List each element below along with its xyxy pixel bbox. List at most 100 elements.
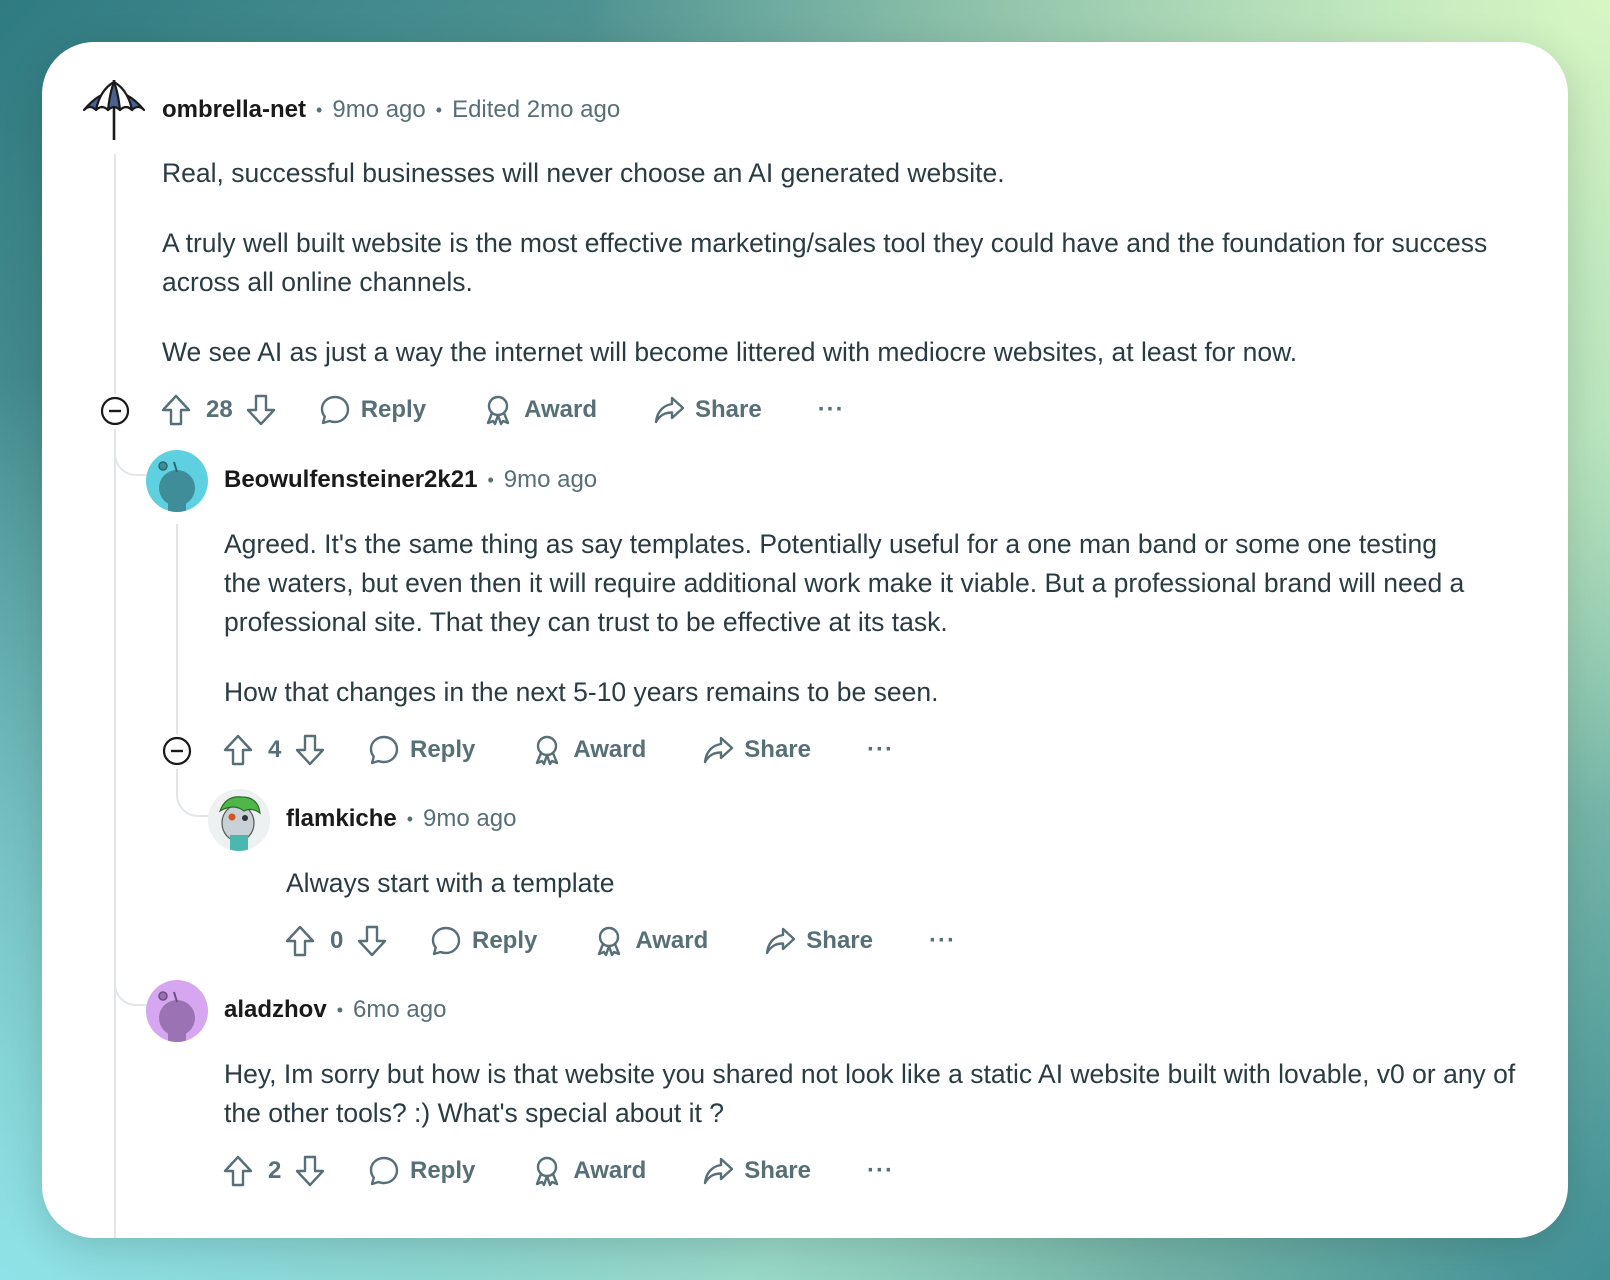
umbrella-icon	[82, 80, 146, 140]
vote-score: 2	[268, 1157, 282, 1184]
comment-paragraph: Real, successful businesses will never c…	[162, 158, 1005, 188]
upvote-icon[interactable]	[160, 393, 192, 427]
downvote-icon[interactable]	[356, 924, 388, 958]
thread-connector	[114, 434, 148, 476]
separator: •	[316, 99, 323, 120]
timestamp[interactable]: 9mo ago	[423, 805, 516, 833]
share-icon	[654, 396, 685, 424]
comment-bubble-icon	[369, 1156, 399, 1186]
comment-body: Hey, Im sorry but how is that website yo…	[224, 1055, 1524, 1133]
comment-actions: 28 Reply Award Share ···	[160, 390, 845, 430]
comment-body: Agreed. It's the same thing as say templ…	[224, 525, 1474, 712]
username[interactable]: Beowulfensteiner2k21	[224, 466, 477, 494]
share-icon	[766, 927, 796, 955]
separator: •	[336, 999, 344, 1020]
username[interactable]: ombrella-net	[162, 96, 306, 124]
comment-meta: ombrella-net • 9mo ago • Edited 2mo ago	[162, 96, 620, 124]
custom-avatar-icon	[208, 789, 270, 851]
collapse-thread-icon[interactable]	[162, 736, 192, 766]
reply-button[interactable]: Reply	[430, 925, 537, 957]
more-options-button[interactable]: ···	[867, 1157, 894, 1185]
vote-score: 28	[206, 396, 233, 423]
award-icon	[536, 1156, 559, 1187]
comment-body: Always start with a template	[286, 864, 1486, 903]
award-button[interactable]: Award	[482, 394, 597, 426]
share-button[interactable]: Share	[702, 734, 811, 766]
reply-label: Reply	[410, 1157, 476, 1184]
vote-score: 4	[268, 736, 282, 763]
avatar[interactable]	[208, 789, 270, 851]
more-options-button[interactable]: ···	[818, 396, 845, 424]
share-button[interactable]: Share	[702, 1155, 811, 1187]
comment-paragraph: Hey, Im sorry but how is that website yo…	[224, 1059, 1516, 1128]
reply-button[interactable]: Reply	[368, 734, 475, 766]
timestamp[interactable]: 9mo ago	[332, 96, 425, 124]
comment-actions: 4 Reply Award Share ···	[222, 730, 894, 770]
comment-bubble-icon	[320, 395, 349, 425]
thread-connector	[176, 769, 210, 817]
upvote-icon[interactable]	[284, 924, 316, 958]
reply-button[interactable]: Reply	[368, 1155, 475, 1187]
share-button[interactable]: Share	[653, 394, 762, 426]
snoo-avatar-icon	[158, 461, 195, 512]
reply-button[interactable]: Reply	[319, 394, 426, 426]
thread-line[interactable]	[114, 429, 116, 1238]
timestamp[interactable]: 9mo ago	[504, 466, 597, 494]
award-label: Award	[635, 927, 709, 954]
award-label: Award	[573, 1157, 647, 1184]
comment-meta: Beowulfensteiner2k21 • 9mo ago	[224, 466, 597, 494]
comment-paragraph: We see AI as just a way the internet wil…	[162, 337, 1298, 367]
share-icon	[704, 736, 734, 764]
separator: •	[487, 469, 494, 490]
comment-paragraph: Always start with a template	[286, 868, 615, 898]
more-options-button[interactable]: ···	[867, 736, 894, 764]
award-label: Award	[524, 396, 597, 423]
upvote-icon[interactable]	[222, 733, 254, 767]
comment-actions: 0 Reply Award Share ···	[284, 921, 956, 961]
separator: •	[435, 99, 443, 120]
award-icon	[598, 926, 621, 957]
share-icon	[704, 1157, 734, 1185]
downvote-icon[interactable]	[294, 1154, 326, 1188]
award-icon	[536, 735, 559, 766]
collapse-thread-icon[interactable]	[100, 396, 130, 426]
edited-label: Edited 2mo ago	[452, 96, 621, 123]
thread-line[interactable]	[114, 154, 116, 394]
comment-paragraph: How that changes in the next 5-10 years …	[224, 677, 939, 707]
reply-label: Reply	[360, 396, 427, 423]
downvote-icon[interactable]	[245, 393, 277, 427]
thread-connector	[114, 964, 148, 1006]
upvote-icon[interactable]	[222, 1154, 254, 1188]
comment-body: Real, successful businesses will never c…	[162, 154, 1532, 372]
vote-score: 0	[330, 927, 344, 954]
award-button[interactable]: Award	[531, 1155, 646, 1187]
more-options-button[interactable]: ···	[929, 927, 956, 955]
snoo-avatar-icon	[158, 991, 195, 1042]
thread-line[interactable]	[176, 524, 178, 734]
avatar[interactable]	[82, 80, 146, 144]
comment-paragraph: A truly well built website is the most e…	[162, 228, 1488, 297]
comment-paragraph: Agreed. It's the same thing as say templ…	[224, 529, 1465, 637]
share-label: Share	[744, 1157, 811, 1184]
comment-meta: aladzhov • 6mo ago	[224, 996, 446, 1024]
share-button[interactable]: Share	[764, 925, 873, 957]
avatar[interactable]	[146, 450, 208, 512]
comment-meta: flamkiche • 9mo ago	[286, 805, 516, 833]
award-icon	[486, 395, 510, 426]
comment-bubble-icon	[369, 735, 399, 765]
username[interactable]: flamkiche	[286, 805, 397, 833]
comment-bubble-icon	[431, 926, 461, 956]
award-button[interactable]: Award	[593, 925, 708, 957]
timestamp[interactable]: 6mo ago	[353, 996, 446, 1024]
share-label: Share	[806, 927, 873, 954]
reply-label: Reply	[410, 736, 476, 763]
downvote-icon[interactable]	[294, 733, 326, 767]
avatar[interactable]	[146, 980, 208, 1042]
separator: •	[406, 808, 414, 829]
username[interactable]: aladzhov	[224, 996, 327, 1024]
comment-actions: 2 Reply Award Share ···	[222, 1151, 894, 1191]
award-label: Award	[573, 736, 647, 763]
reply-label: Reply	[472, 927, 538, 954]
award-button[interactable]: Award	[531, 734, 646, 766]
share-label: Share	[694, 396, 762, 423]
